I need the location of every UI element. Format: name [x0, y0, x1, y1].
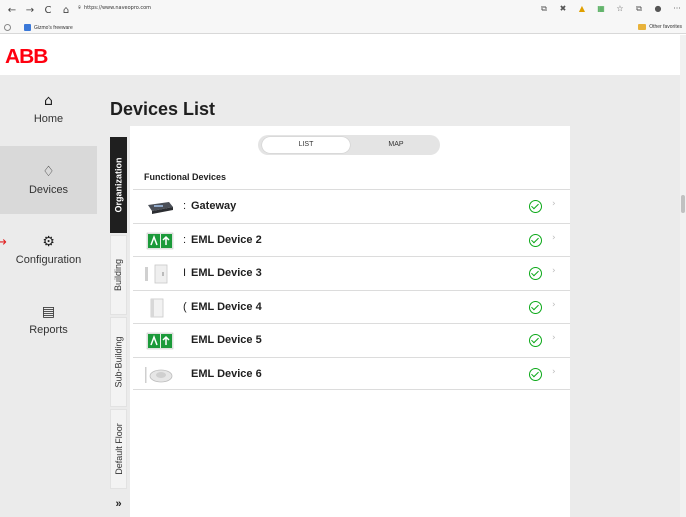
status-ok-icon — [529, 233, 542, 247]
wall-light-device-icon — [150, 298, 164, 317]
status-ok-icon — [529, 267, 542, 280]
reload-icon[interactable]: C — [42, 5, 54, 17]
sidebar-item-reports[interactable]: ▤ Reports — [0, 286, 97, 354]
device-prefix: I — [183, 267, 187, 279]
collections-icon[interactable]: ⧉ — [634, 4, 644, 14]
list-item[interactable]: I EML Device 3 › — [133, 256, 570, 290]
chevron-right-icon[interactable]: › — [552, 199, 556, 209]
expand-tabs-button[interactable]: » — [110, 492, 127, 517]
report-icon: ▤ — [41, 304, 56, 320]
device-name: EML Device 4 — [191, 300, 262, 313]
profile-icon[interactable]: ● — [653, 4, 663, 14]
lightbulb-icon: ♢ — [42, 164, 55, 180]
scroll-thumb[interactable] — [681, 195, 685, 213]
sidebar-item-devices[interactable]: ♢ Devices — [0, 146, 97, 214]
bookmark-label: Gizmo's freeware — [34, 24, 73, 31]
status-ok-icon — [529, 334, 542, 347]
sidebar-item-configuration[interactable]: ⚙ Configuration — [0, 216, 97, 284]
home-browser-icon[interactable]: ⌂ — [60, 5, 72, 17]
list-item[interactable]: ( EML Device 4 › — [133, 289, 570, 323]
status-ok-icon — [529, 200, 542, 213]
vertical-tabs: Organization Building Sub-Building Defau… — [110, 137, 127, 517]
device-prefix: : — [183, 233, 187, 246]
favorite-star-icon[interactable]: ☆ — [615, 4, 625, 14]
list-item[interactable]: : EML Device 2 › — [133, 222, 570, 256]
bookmark-favicon-icon — [24, 24, 31, 31]
chevron-right-icon[interactable]: › — [552, 266, 556, 276]
sidebar-item-label: Configuration — [15, 254, 82, 266]
sidebar-item-label: Reports — [29, 324, 68, 336]
view-toggle: LIST MAP — [258, 135, 440, 155]
device-name: EML Device 6 — [191, 367, 262, 380]
warning-icon[interactable]: ▲ — [577, 4, 587, 14]
browser-extensions: ⧉ ✖ ▲ ▦ ☆ ⧉ ● ··· — [539, 4, 682, 14]
device-list: : Gateway › : EML Device 2 › I EML Devic… — [133, 189, 570, 390]
reading-icon[interactable] — [4, 24, 11, 31]
more-icon[interactable]: ··· — [672, 4, 682, 14]
section-title: Functional Devices — [144, 172, 227, 182]
device-prefix: ( — [183, 300, 187, 313]
list-view-button[interactable]: LIST — [262, 137, 350, 153]
status-ok-icon — [529, 367, 542, 381]
list-item[interactable]: EML Device 6 › — [133, 356, 570, 390]
gears-icon: ⚙ — [42, 234, 55, 250]
bookmarks-bar: Gizmo's freeware Other favorites — [0, 22, 686, 34]
extension-icon[interactable]: ✖ — [558, 4, 568, 14]
abb-logo[interactable]: ABB — [5, 47, 48, 67]
device-name: EML Device 2 — [191, 233, 262, 246]
wall-light-device-icon — [145, 264, 168, 284]
chevron-right-icon[interactable]: › — [552, 300, 556, 310]
device-name: EML Device 3 — [191, 267, 262, 279]
app-header: ABB — [0, 35, 680, 75]
tab-sub-building[interactable]: Sub-Building — [110, 317, 127, 407]
grid-icon[interactable]: ▦ — [596, 4, 606, 14]
ceiling-light-device-icon — [145, 366, 173, 383]
sidebar-item-label: Home — [33, 113, 64, 125]
chevron-right-icon[interactable]: › — [552, 333, 556, 343]
status-ok-icon — [529, 300, 542, 314]
page-title: Devices List — [110, 99, 216, 119]
tab-label: Sub-Building — [113, 336, 124, 388]
list-item[interactable]: EML Device 5 › — [133, 323, 570, 357]
tab-building[interactable]: Building — [110, 235, 127, 315]
sidebar-item-home[interactable]: ⌂ Home — [0, 75, 97, 143]
address-bar[interactable]: ⌾ https://www.naveopro.com — [78, 5, 151, 11]
chevron-right-icon[interactable]: › — [552, 233, 556, 243]
gateway-device-icon — [148, 202, 173, 214]
device-name: Gateway — [191, 200, 237, 212]
sidebar-item-label: Devices — [28, 184, 69, 196]
chevron-right-icon[interactable]: › — [552, 367, 556, 377]
home-icon: ⌂ — [44, 93, 53, 109]
other-favorites[interactable]: Other favorites — [638, 24, 682, 30]
folder-icon — [638, 24, 647, 30]
tab-label: Default Floor — [113, 423, 124, 475]
other-favorites-label: Other favorites — [649, 24, 682, 30]
tab-label: Building — [113, 258, 124, 292]
url-text: https://www.naveopro.com — [84, 5, 152, 11]
browser-toolbar: ← → C ⌂ ⌾ https://www.naveopro.com ⧉ ✖ ▲… — [0, 0, 686, 22]
page-scrollbar[interactable] — [680, 35, 686, 517]
tab-icon[interactable]: ⧉ — [539, 4, 549, 14]
list-item[interactable]: : Gateway › — [133, 189, 570, 223]
tab-organization[interactable]: Organization — [110, 137, 127, 233]
forward-icon[interactable]: → — [24, 5, 36, 17]
arrow-pointer-icon: → — [0, 235, 7, 250]
tab-label: Organization — [113, 157, 124, 213]
device-prefix: : — [183, 200, 187, 212]
tab-default-floor[interactable]: Default Floor — [110, 409, 127, 489]
device-name: EML Device 5 — [191, 334, 262, 346]
exit-sign-device-icon — [146, 332, 174, 350]
back-icon[interactable]: ← — [6, 5, 18, 17]
lock-icon: ⌾ — [78, 5, 82, 11]
map-view-button[interactable]: MAP — [352, 137, 440, 153]
sidebar-nav: ⌂ Home ♢ Devices ⚙ Configuration ▤ Repor… — [0, 75, 97, 517]
bookmark-gizmos[interactable]: Gizmo's freeware — [24, 24, 73, 31]
exit-sign-device-icon — [146, 232, 174, 249]
